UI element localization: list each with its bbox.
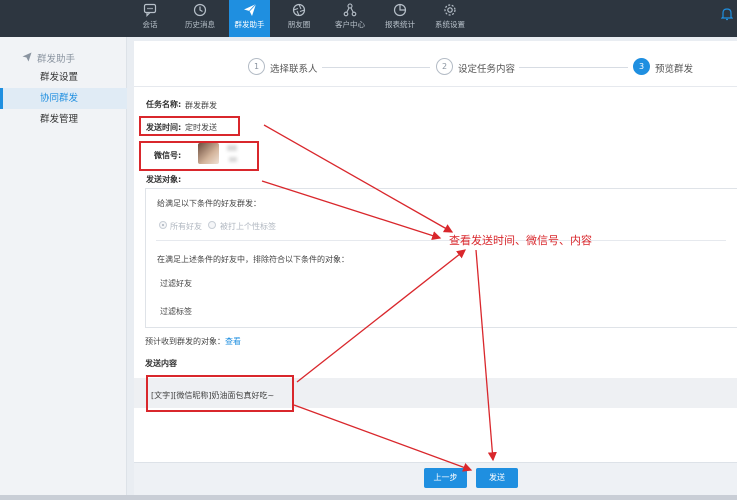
arrow [263, 124, 454, 233]
annotation-arrows [261, 124, 497, 472]
annotation-text: 查看发送时间、微信号、内容 [449, 234, 592, 247]
arrow [293, 404, 473, 472]
arrow [296, 249, 467, 383]
arrow [475, 249, 497, 462]
taskbar [0, 495, 737, 500]
